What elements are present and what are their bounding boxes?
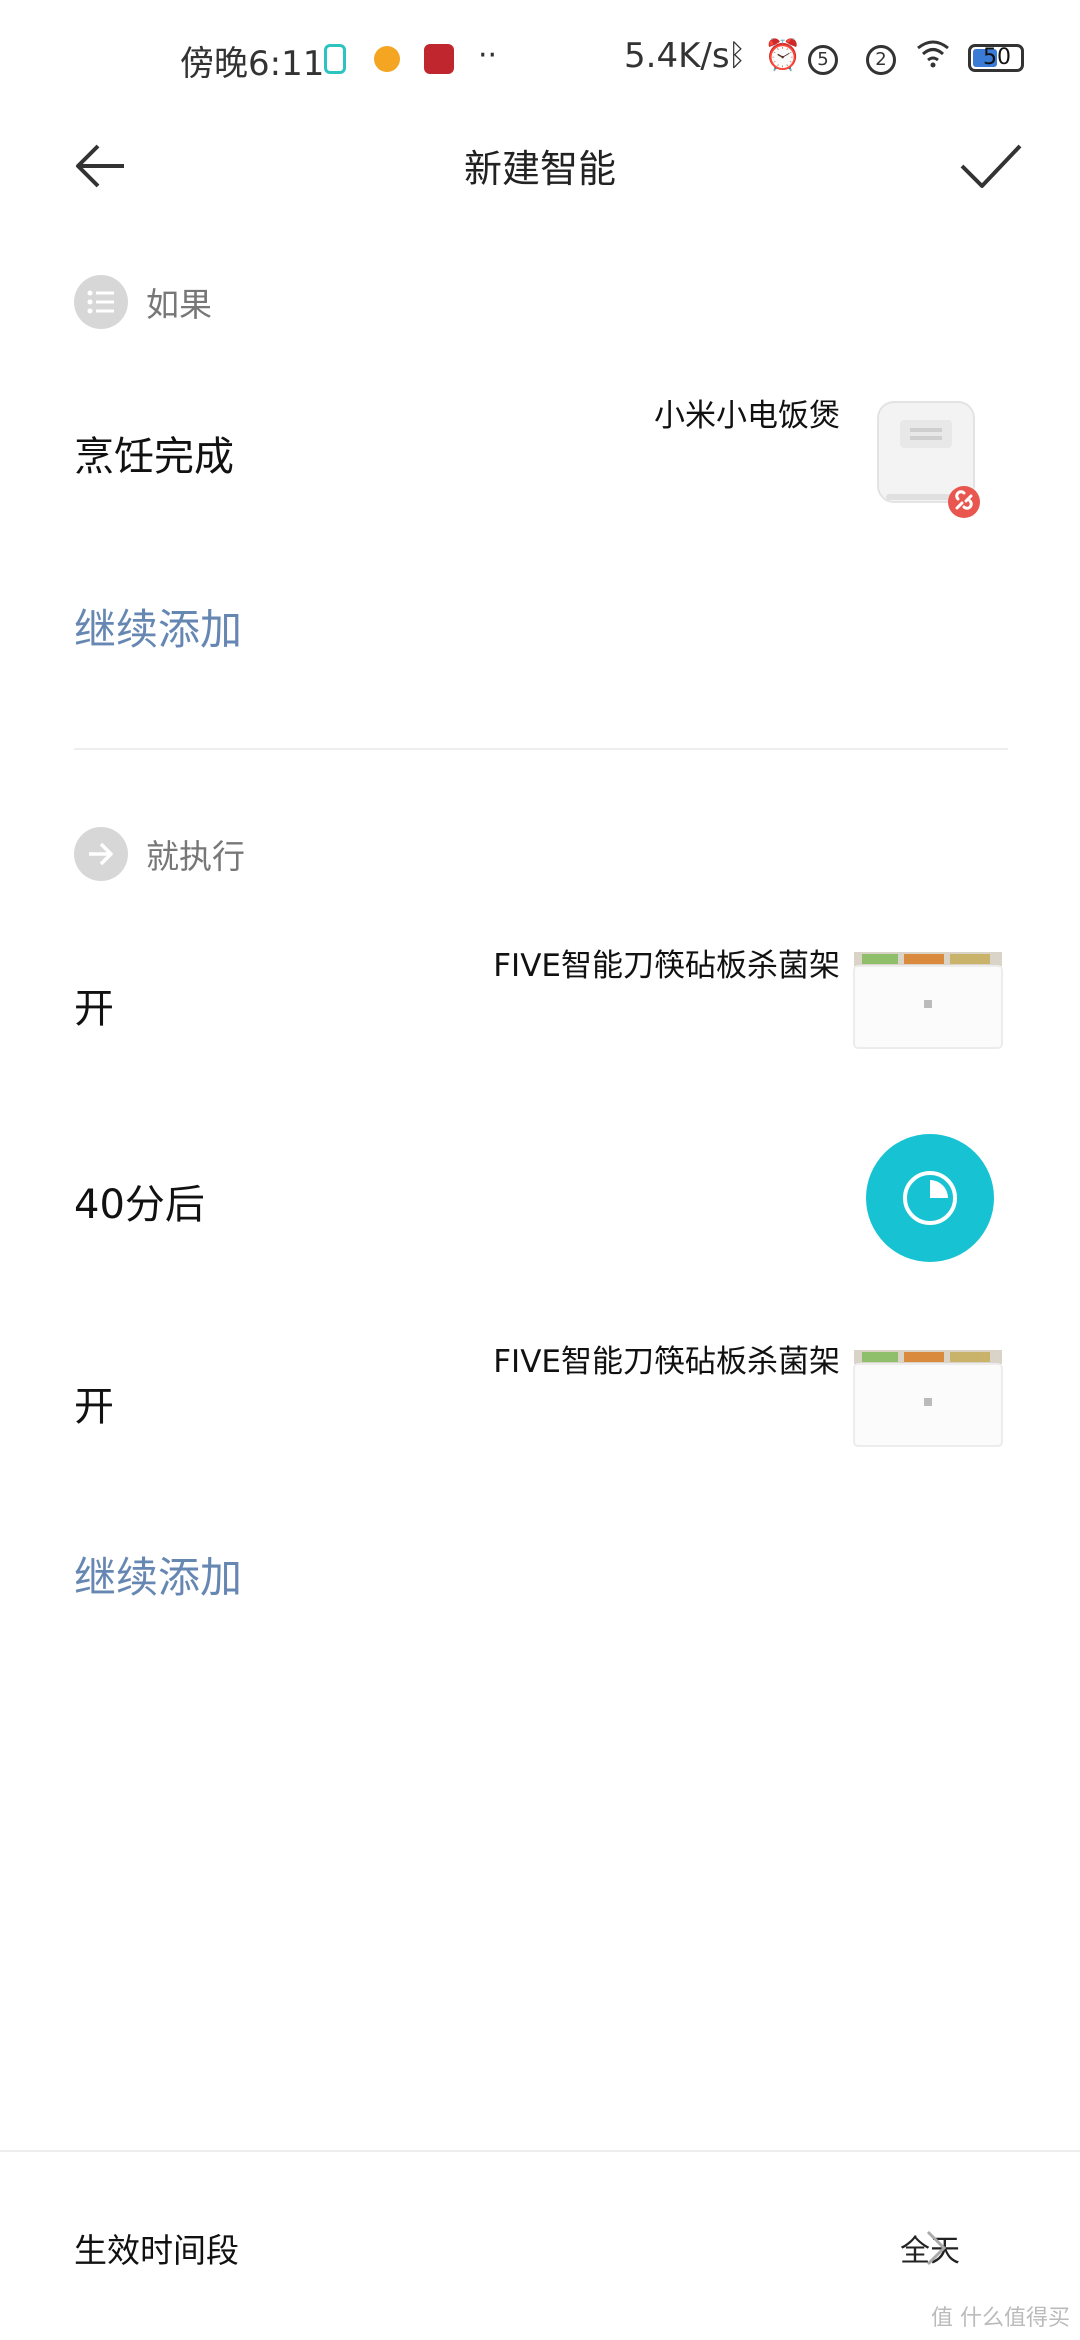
wifi-icon xyxy=(916,38,950,76)
if-add-more-link[interactable]: 继续添加 xyxy=(74,596,242,657)
chevron-right-icon xyxy=(924,2228,948,2268)
trigger-action: 烹饪完成 xyxy=(74,434,234,480)
if-section-header: 如果 xyxy=(74,274,212,330)
effective-period-label: 生效时间段 xyxy=(74,2231,239,2270)
trigger-row[interactable]: 烹饪完成 小米小电饭煲 xyxy=(0,380,1080,520)
sterilizer-rack-image xyxy=(852,1346,1004,1450)
top-bar: 新建智能 xyxy=(0,110,1080,220)
if-section-label: 如果 xyxy=(146,285,212,324)
then-section-header: 就执行 xyxy=(74,826,245,882)
red-app-icon xyxy=(424,44,454,74)
action-row[interactable]: 开 FIVE智能刀筷砧板杀菌架 xyxy=(0,930,1080,1070)
delay-label: 40分后 xyxy=(74,1182,205,1228)
rice-cooker-image xyxy=(872,398,990,518)
battery-level: 50 xyxy=(983,45,1011,70)
watermark: 值 什么值得买 xyxy=(931,2306,1070,2331)
action-device-name: FIVE智能刀筷砧板杀菌架 xyxy=(493,948,840,984)
sim2-signal-icon: 2 xyxy=(866,38,896,75)
page-title: 新建智能 xyxy=(463,147,616,191)
sim1-signal-icon: 5 xyxy=(808,38,838,75)
bluetooth-icon: ᛒ xyxy=(728,38,746,73)
action-device-name: FIVE智能刀筷砧板杀菌架 xyxy=(493,1344,840,1380)
then-add-more-link[interactable]: 继续添加 xyxy=(74,1544,242,1605)
sterilizer-rack-image xyxy=(852,948,1004,1052)
trigger-device-name: 小米小电饭煲 xyxy=(654,398,840,434)
status-time: 傍晚6:11 xyxy=(180,44,325,84)
status-bar: 傍晚6:11 ·· 5.4K/s ᛒ ⏰ 5 2 50 xyxy=(0,0,1080,120)
battery-icon: 50 xyxy=(968,44,1024,72)
mijia-app-icon xyxy=(324,44,346,74)
network-speed: 5.4K/s xyxy=(624,36,730,76)
timer-clock-icon xyxy=(866,1134,994,1262)
action-label: 开 xyxy=(74,986,114,1032)
action-row[interactable]: 开 FIVE智能刀筷砧板杀菌架 xyxy=(0,1326,1080,1466)
confirm-check-icon[interactable] xyxy=(958,136,1024,196)
alarm-icon: ⏰ xyxy=(764,38,802,73)
section-divider xyxy=(74,748,1008,750)
action-label: 开 xyxy=(74,1384,114,1430)
then-section-label: 就执行 xyxy=(146,837,245,876)
list-icon xyxy=(74,275,128,329)
notification-dot-icon xyxy=(374,46,400,72)
more-notifications-icon: ·· xyxy=(478,38,498,73)
effective-period-row[interactable]: 生效时间段 全天 xyxy=(0,2152,1080,2332)
arrow-right-icon xyxy=(74,827,128,881)
